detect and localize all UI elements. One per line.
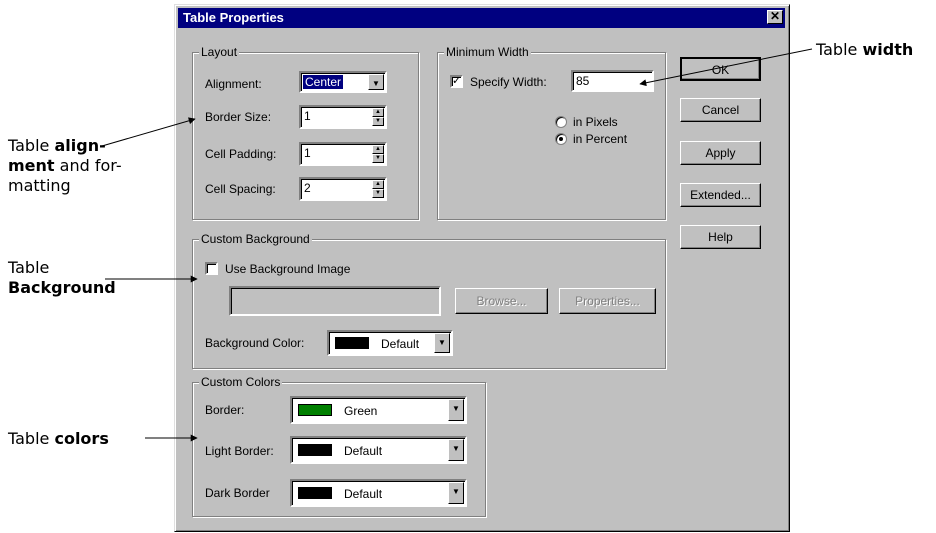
alignment-leader-arrow [101, 117, 196, 147]
width-leader-arrow [639, 48, 813, 87]
annotation-leader-lines [101, 48, 813, 442]
